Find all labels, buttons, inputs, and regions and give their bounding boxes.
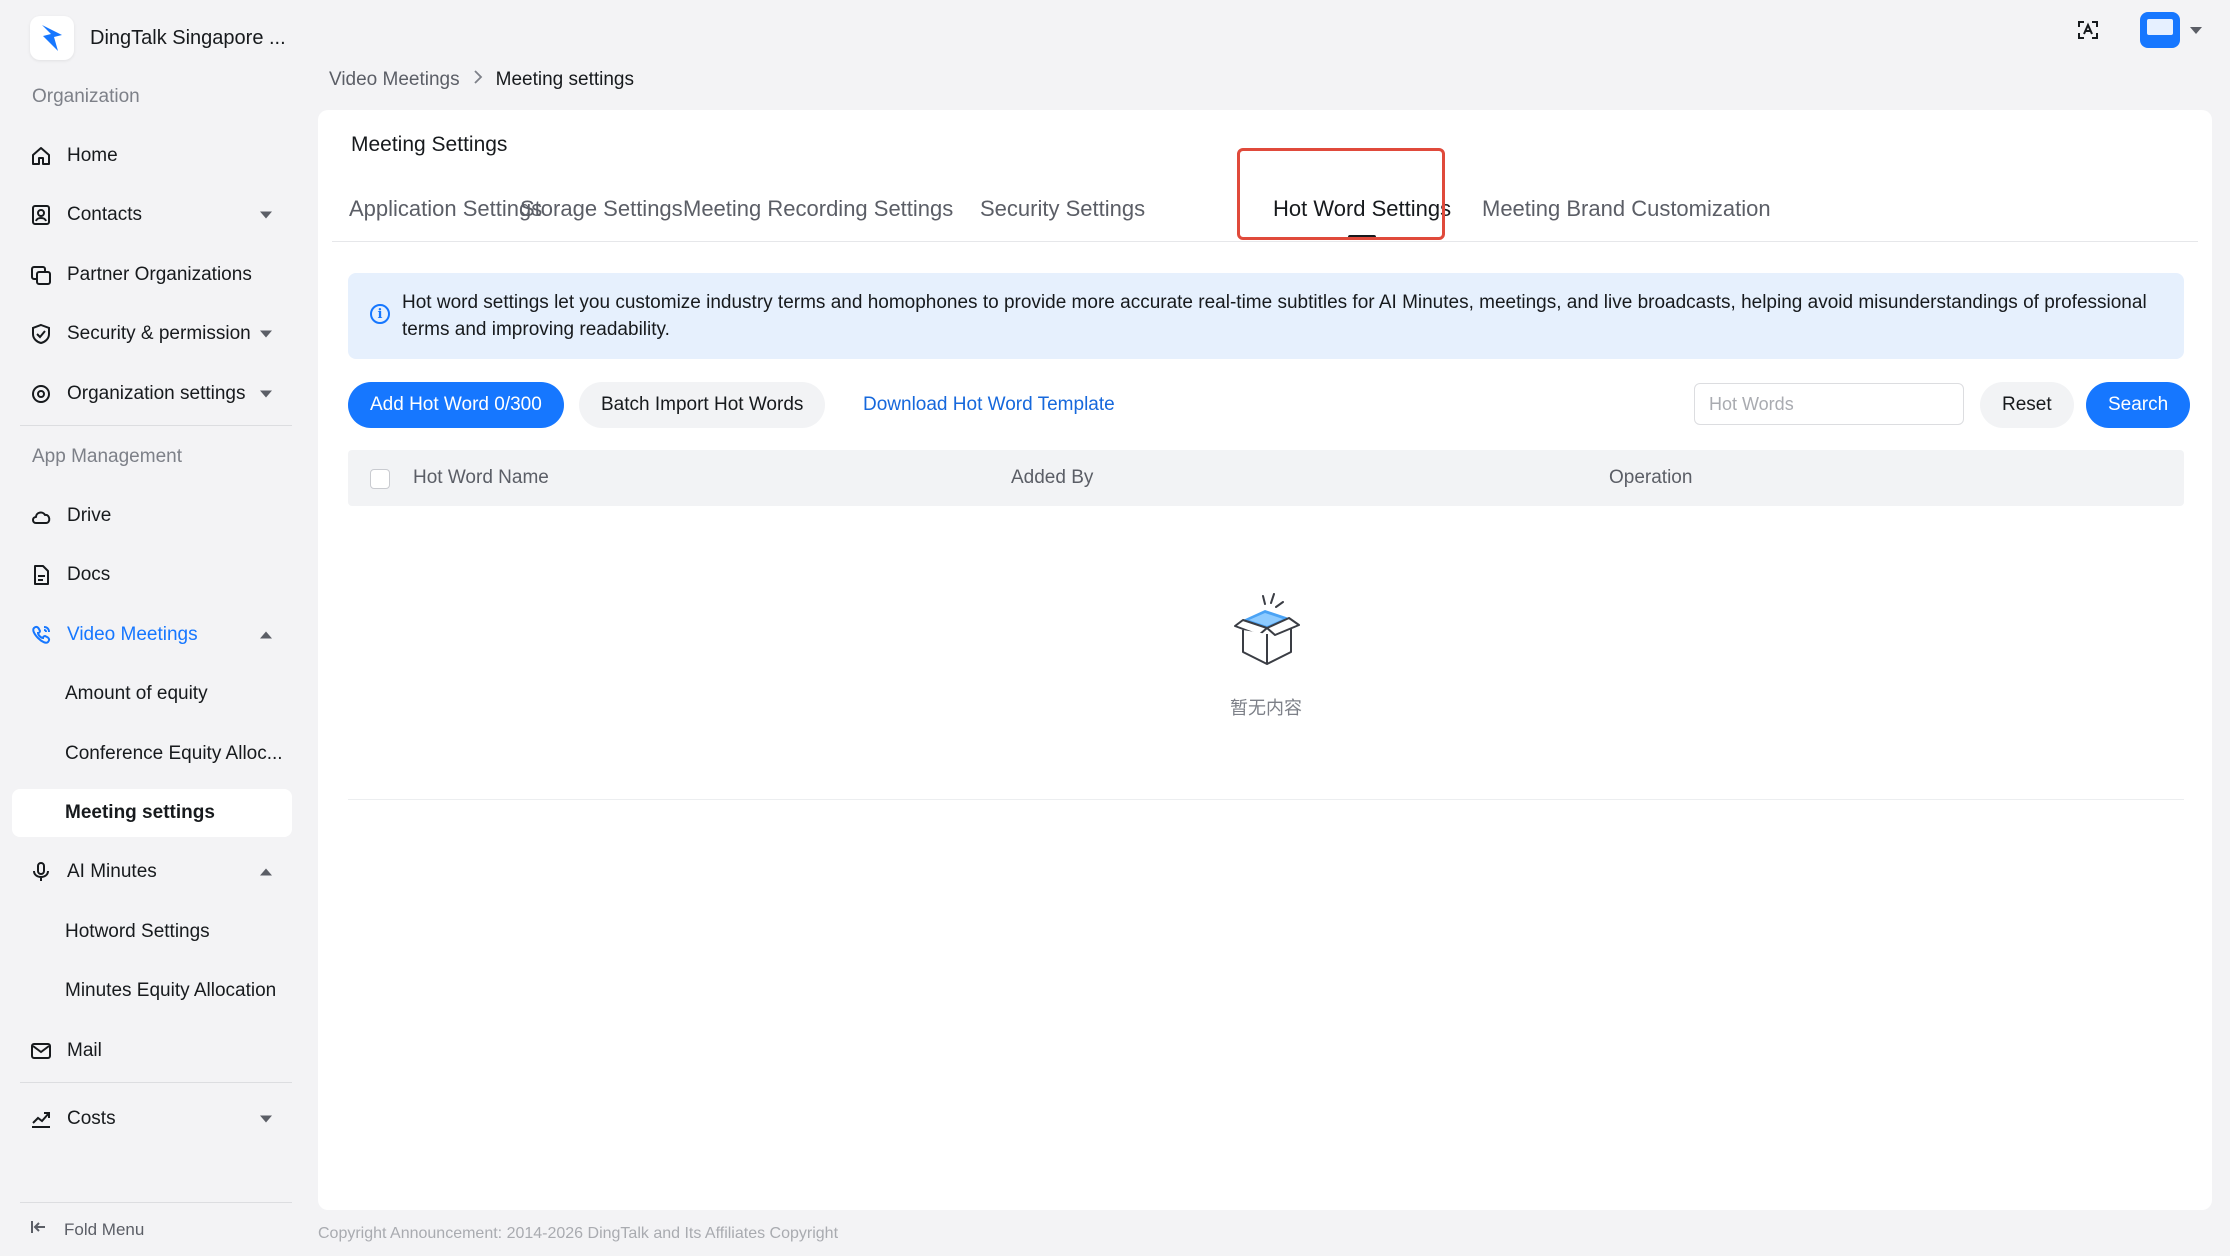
reset-button[interactable]: Reset <box>1980 382 2074 428</box>
info-text: Hot word settings let you customize indu… <box>402 292 2147 340</box>
page-title: Meeting Settings <box>351 133 508 156</box>
sidebar-item-label: Mail <box>67 1040 102 1061</box>
download-template-link[interactable]: Download Hot Word Template <box>863 382 1115 428</box>
empty-state-text: 暂无内容 <box>1230 698 1302 718</box>
chevron-down-icon <box>260 390 272 398</box>
empty-box-icon <box>1229 592 1305 673</box>
hot-words-search-input[interactable] <box>1694 383 1964 425</box>
settings-icon <box>28 381 54 407</box>
tab-hot-word-settings[interactable]: Hot Word Settings <box>1273 176 1451 242</box>
sidebar-item-docs[interactable]: Docs <box>12 551 292 599</box>
sidebar-item-label: Costs <box>67 1108 116 1129</box>
video-meeting-icon <box>28 622 54 648</box>
org-name: DingTalk Singapore ... <box>90 26 286 49</box>
sidebar-item-mail[interactable]: Mail <box>12 1027 292 1075</box>
sidebar-item-costs[interactable]: Costs <box>12 1095 292 1143</box>
sidebar-item-organization-settings[interactable]: Organization settings <box>12 370 292 418</box>
column-header-operation: Operation <box>1609 467 1693 488</box>
sidebar-divider <box>20 1082 292 1083</box>
cloud-icon <box>28 503 54 529</box>
sidebar-item-label: Contacts <box>67 204 142 225</box>
sidebar-item-label: Video Meetings <box>67 624 198 645</box>
sidebar-item-label: Partner Organizations <box>67 264 252 285</box>
info-icon: i <box>370 304 390 324</box>
chevron-down-icon[interactable] <box>2190 26 2202 34</box>
dingtalk-logo-icon <box>30 16 74 60</box>
sidebar-item-conference-equity[interactable]: Conference Equity Alloc... <box>12 730 292 778</box>
section-title-app-management: App Management <box>32 446 182 467</box>
sidebar: DingTalk Singapore ... Organization Home… <box>0 0 298 1256</box>
sidebar-item-video-meetings[interactable]: Video Meetings <box>12 611 292 659</box>
sidebar-item-meeting-settings[interactable]: Meeting settings <box>12 789 292 837</box>
copyright-text: Copyright Announcement: 2014-2026 DingTa… <box>318 1225 839 1242</box>
chevron-up-icon <box>260 868 272 876</box>
sidebar-item-contacts[interactable]: Contacts <box>12 191 292 239</box>
translate-icon[interactable] <box>2070 12 2106 48</box>
settings-tabs: Application Settings Storage Settings Me… <box>332 176 2198 242</box>
fold-menu-button[interactable]: Fold Menu <box>30 1218 144 1241</box>
chevron-down-icon <box>260 330 272 338</box>
breadcrumb-current: Meeting settings <box>495 69 634 90</box>
sidebar-item-amount-of-equity[interactable]: Amount of equity <box>12 670 292 718</box>
shield-icon <box>28 321 54 347</box>
sidebar-divider <box>20 1202 292 1203</box>
sidebar-item-label: Organization settings <box>67 383 246 404</box>
microphone-icon <box>28 859 54 885</box>
partner-org-icon <box>28 262 54 288</box>
sidebar-item-security[interactable]: Security & permission <box>12 310 292 358</box>
batch-import-button[interactable]: Batch Import Hot Words <box>579 382 826 428</box>
add-hot-word-button[interactable]: Add Hot Word 0/300 <box>348 382 564 428</box>
sidebar-item-partner-organizations[interactable]: Partner Organizations <box>12 251 292 299</box>
breadcrumb-video-meetings[interactable]: Video Meetings <box>329 69 460 91</box>
home-icon <box>28 143 54 169</box>
sidebar-item-ai-minutes[interactable]: AI Minutes <box>12 848 292 896</box>
fold-left-icon <box>30 1218 48 1241</box>
breadcrumb: Video Meetings Meeting settings <box>329 69 634 91</box>
hot-words-table: Hot Word Name Added By Operation 暂无内容 <box>348 450 2184 800</box>
toolbar: Add Hot Word 0/300 Batch Import Hot Word… <box>348 382 2191 428</box>
sidebar-item-label: Docs <box>67 564 111 585</box>
column-header-hot-word-name: Hot Word Name <box>413 467 549 488</box>
sidebar-item-minutes-equity-allocation[interactable]: Minutes Equity Allocation <box>12 967 292 1015</box>
info-banner: i Hot word settings let you customize in… <box>348 273 2184 359</box>
chevron-down-icon <box>260 1115 272 1123</box>
tab-meeting-recording-settings[interactable]: Meeting Recording Settings <box>683 176 953 242</box>
sidebar-item-label: Drive <box>67 505 112 526</box>
section-title-organization: Organization <box>32 86 140 107</box>
fold-menu-label: Fold Menu <box>64 1219 145 1239</box>
table-header: Hot Word Name Added By Operation <box>348 450 2184 506</box>
chevron-right-icon <box>472 69 484 91</box>
chevron-up-icon <box>260 631 272 639</box>
contacts-icon <box>28 202 54 228</box>
tab-storage-settings[interactable]: Storage Settings <box>520 176 683 242</box>
sidebar-item-label: Home <box>67 145 118 166</box>
select-all-checkbox[interactable] <box>370 469 390 489</box>
chevron-down-icon <box>260 211 272 219</box>
sidebar-item-label: AI Minutes <box>67 861 157 882</box>
sidebar-item-drive[interactable]: Drive <box>12 492 292 540</box>
tab-security-settings[interactable]: Security Settings <box>980 176 1145 242</box>
org-switcher[interactable]: DingTalk Singapore ... <box>30 16 286 60</box>
avatar[interactable] <box>2140 12 2180 48</box>
main-panel: Meeting Settings Application Settings St… <box>318 110 2212 1210</box>
tab-application-settings[interactable]: Application Settings <box>349 176 542 242</box>
table-body: 暂无内容 <box>348 506 2184 800</box>
search-button[interactable]: Search <box>2086 382 2191 428</box>
column-header-added-by: Added By <box>1011 467 1094 488</box>
sidebar-item-label: Security & permission <box>67 323 251 344</box>
top-right-actions <box>2070 12 2202 48</box>
trend-chart-icon <box>28 1106 54 1132</box>
sidebar-divider <box>20 425 292 426</box>
sidebar-item-home[interactable]: Home <box>12 132 292 180</box>
tab-meeting-brand-customization[interactable]: Meeting Brand Customization <box>1482 176 1771 242</box>
sidebar-item-hotword-settings[interactable]: Hotword Settings <box>12 908 292 956</box>
mail-icon <box>28 1038 54 1064</box>
document-icon <box>28 562 54 588</box>
